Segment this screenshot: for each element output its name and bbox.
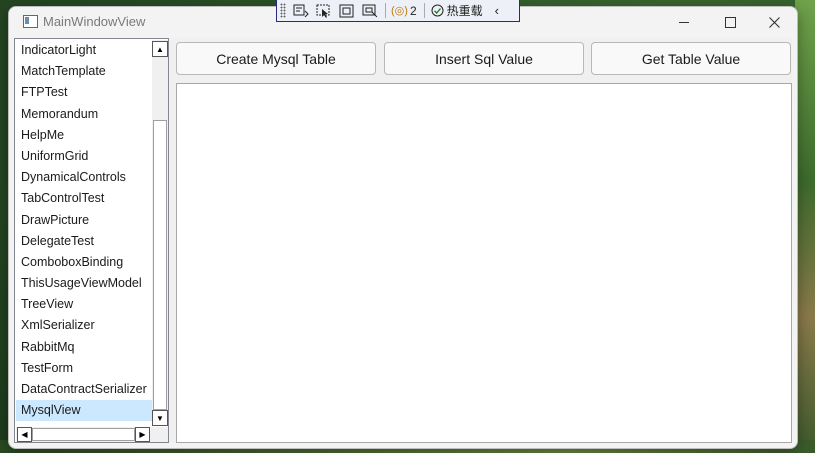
xaml-debug-toolbar: (◎) 2 热重载 ‹: [276, 0, 520, 22]
list-item-memorandum[interactable]: Memorandum: [16, 104, 152, 125]
maximize-icon: [724, 16, 736, 28]
list-item-helpme[interactable]: HelpMe: [16, 125, 152, 146]
minimize-button[interactable]: [661, 7, 707, 37]
horizontal-scroll-thumb[interactable]: [32, 428, 135, 441]
vertical-scroll-thumb[interactable]: [153, 120, 167, 410]
desktop-background: [795, 0, 815, 453]
vertical-scrollbar[interactable]: ▲ ▼: [152, 40, 168, 426]
binding-failures-indicator[interactable]: (◎) 2: [391, 4, 417, 18]
scroll-down-arrow-icon[interactable]: ▼: [152, 410, 168, 426]
scrollbar-corner: [152, 427, 168, 442]
binding-failures-count: 2: [409, 3, 417, 18]
scroll-left-arrow-icon[interactable]: ◀: [17, 427, 32, 442]
create-mysql-table-button[interactable]: Create Mysql Table: [176, 42, 376, 75]
window-title: MainWindowView: [43, 14, 146, 29]
list-item-dynamicalcontrols[interactable]: DynamicalControls: [16, 167, 152, 188]
list-item-treeview[interactable]: TreeView: [16, 294, 152, 315]
list-item-drawpicture[interactable]: DrawPicture: [16, 210, 152, 231]
window-content: IndicatorLight MatchTemplate FTPTest Memora…: [14, 38, 792, 443]
app-window-icon: [23, 15, 38, 28]
list-item-xmlserializer[interactable]: XmlSerializer: [16, 315, 152, 336]
check-circle-icon: [431, 4, 444, 17]
track-focused-element-icon[interactable]: [362, 4, 378, 18]
maximize-button[interactable]: [707, 7, 753, 37]
live-visual-tree-icon[interactable]: [293, 4, 309, 18]
list-item-ftptest[interactable]: FTPTest: [16, 82, 152, 103]
get-table-value-button[interactable]: Get Table Value: [591, 42, 791, 75]
binding-failures-icon: (◎): [391, 5, 408, 17]
list-item-rabbitmq[interactable]: RabbitMq: [16, 337, 152, 358]
select-element-icon[interactable]: [316, 4, 332, 18]
hot-reload-label: 热重载: [446, 4, 483, 18]
list-item-datacontractserializer[interactable]: DataContractSerializer: [16, 379, 152, 400]
list-item-uniformgrid[interactable]: UniformGrid: [16, 146, 152, 167]
collapse-toolbar-chevron-icon[interactable]: ‹: [495, 3, 499, 18]
hot-reload-button[interactable]: 热重载: [431, 2, 483, 19]
list-item-indicatorlight[interactable]: IndicatorLight: [16, 40, 152, 61]
minimize-icon: [679, 21, 689, 23]
list-item-testform[interactable]: TestForm: [16, 358, 152, 379]
main-window: MainWindowView IndicatorLight MatchTempla…: [8, 6, 798, 449]
scroll-up-arrow-icon[interactable]: ▲: [152, 41, 168, 57]
list-items: IndicatorLight MatchTemplate FTPTest Memora…: [16, 40, 152, 426]
toolbar-grip-icon[interactable]: [280, 3, 286, 18]
horizontal-scrollbar[interactable]: ◀ ▶: [16, 427, 152, 442]
list-item-comboboxbinding[interactable]: ComboboxBinding: [16, 252, 152, 273]
content-panel: [176, 83, 792, 443]
toolbar-separator: [423, 3, 425, 18]
insert-sql-value-button[interactable]: Insert Sql Value: [384, 42, 584, 75]
toolbar-separator: [385, 3, 386, 18]
close-button[interactable]: [751, 7, 797, 37]
scroll-right-arrow-icon[interactable]: ▶: [135, 427, 150, 442]
list-item-matchtemplate[interactable]: MatchTemplate: [16, 61, 152, 82]
list-item-delegatetest[interactable]: DelegateTest: [16, 231, 152, 252]
close-icon: [768, 16, 780, 28]
display-layout-adorners-icon[interactable]: [339, 4, 355, 18]
list-item-mysqlview[interactable]: MysqlView: [16, 400, 152, 422]
list-item-thisusageviewmodel[interactable]: ThisUsageViewModel: [16, 273, 152, 294]
view-listbox[interactable]: IndicatorLight MatchTemplate FTPTest Memora…: [14, 38, 169, 443]
list-item-tabcontroltest[interactable]: TabControlTest: [16, 188, 152, 209]
